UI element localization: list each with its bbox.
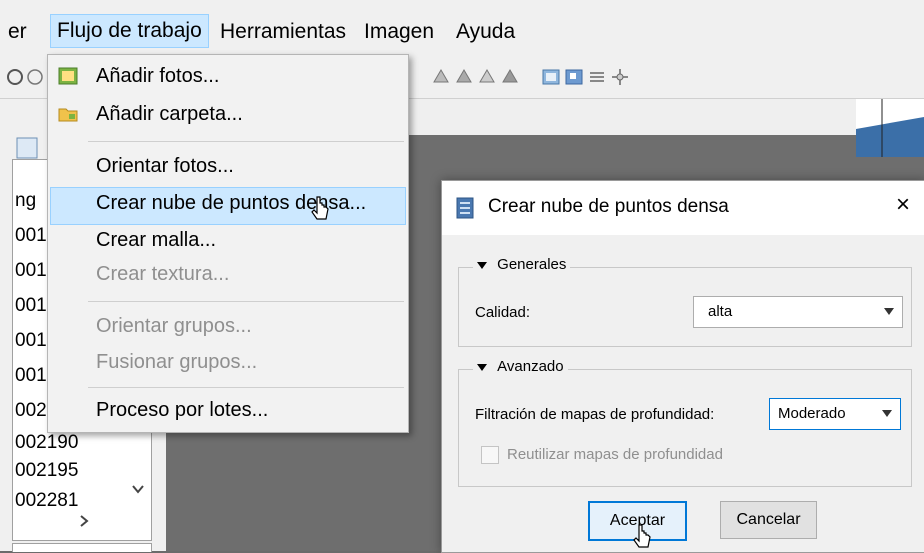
collapse-triangle-icon: [477, 364, 487, 372]
view-thumbnail: [856, 99, 924, 157]
menu-item-batch-process[interactable]: Proceso por lotes...: [96, 399, 268, 422]
dense-cloud-icon: [456, 197, 474, 219]
workflow-menu: Añadir fotos... Añadir carpeta... Orient…: [47, 54, 409, 433]
menu-bar: er Flujo de trabajo Herramientas Imagen …: [0, 0, 924, 60]
quality-label: Calidad:: [475, 304, 531, 321]
advanced-legend[interactable]: Avanzado: [473, 358, 568, 375]
menu-tools[interactable]: Herramientas: [214, 17, 352, 47]
chevron-right-icon[interactable]: [77, 514, 91, 528]
menu-item-merge-chunks[interactable]: Fusionar grupos...: [96, 351, 257, 374]
general-legend-text: Generales: [497, 256, 567, 273]
menu-workflow[interactable]: Flujo de trabajo: [50, 14, 209, 48]
chevron-down-icon[interactable]: [131, 482, 145, 496]
menu-item-align-photos[interactable]: Orientar fotos...: [96, 155, 234, 178]
advanced-group: Avanzado Filtración de mapas de profundi…: [458, 358, 912, 487]
move-icon[interactable]: [611, 68, 629, 86]
image-view-icon[interactable]: [542, 68, 560, 86]
menu-item-build-texture[interactable]: Crear textura...: [96, 263, 229, 286]
dialog-title: Crear nube de puntos densa: [488, 196, 729, 217]
menu-separator: [88, 141, 404, 142]
shape-icon-1[interactable]: [432, 68, 450, 86]
dropdown-arrow-icon: [882, 410, 892, 417]
pane-icon[interactable]: [16, 137, 38, 159]
list-item[interactable]: ng: [15, 190, 36, 212]
dialog-titlebar: Crear nube de puntos densa ×: [442, 181, 924, 235]
reuse-depth-maps-checkbox[interactable]: [481, 446, 499, 464]
mouse-cursor-icon: [633, 524, 651, 548]
depth-filter-label: Filtración de mapas de profundidad:: [475, 406, 715, 423]
selection-icon[interactable]: [26, 68, 44, 86]
depth-filter-select[interactable]: Moderado: [769, 398, 901, 430]
dropdown-arrow-icon: [884, 308, 894, 315]
menu-help[interactable]: Ayuda: [450, 17, 521, 47]
cancel-button[interactable]: Cancelar: [720, 501, 817, 539]
shape-icon-4[interactable]: [501, 68, 519, 86]
list-item[interactable]: 001: [15, 295, 47, 317]
close-icon[interactable]: ×: [896, 191, 910, 219]
general-legend[interactable]: Generales: [473, 256, 571, 273]
mouse-cursor-icon: [311, 196, 329, 220]
menu-item-build-mesh[interactable]: Crear malla...: [96, 229, 216, 252]
list-item[interactable]: 002: [15, 400, 47, 422]
list-item[interactable]: 001: [15, 225, 47, 247]
menu-separator: [88, 387, 404, 388]
list-item[interactable]: 002190: [15, 432, 78, 454]
shape-icon-3[interactable]: [478, 68, 496, 86]
menu-separator: [88, 301, 404, 302]
menu-file-partial[interactable]: er: [2, 17, 33, 47]
flag-icon[interactable]: [565, 68, 583, 86]
list-item[interactable]: 002281: [15, 490, 78, 512]
list-item[interactable]: 001: [15, 365, 47, 387]
menu-item-add-folder[interactable]: Añadir carpeta...: [96, 103, 243, 126]
add-photos-icon: [58, 67, 78, 85]
list-item[interactable]: 002195: [15, 460, 78, 482]
rotate-icon[interactable]: [6, 68, 24, 86]
menu-item-add-photos[interactable]: Añadir fotos...: [96, 65, 219, 88]
list-item[interactable]: 001: [15, 260, 47, 282]
add-folder-icon: [58, 108, 78, 122]
list-icon[interactable]: [588, 68, 606, 86]
quality-select[interactable]: alta: [693, 296, 903, 328]
advanced-legend-text: Avanzado: [497, 358, 564, 375]
shape-icon-2[interactable]: [455, 68, 473, 86]
collapse-triangle-icon: [477, 262, 487, 270]
dense-cloud-dialog: Crear nube de puntos densa × Generales C…: [441, 180, 924, 553]
general-group: Generales Calidad: alta: [458, 256, 912, 347]
menu-item-align-chunks[interactable]: Orientar grupos...: [96, 315, 252, 338]
reuse-depth-maps-label: Reutilizar mapas de profundidad: [507, 446, 723, 463]
quality-value: alta: [708, 303, 733, 320]
menu-image[interactable]: Imagen: [358, 17, 440, 47]
list-item[interactable]: 001: [15, 330, 47, 352]
depth-filter-value: Moderado: [778, 405, 846, 422]
